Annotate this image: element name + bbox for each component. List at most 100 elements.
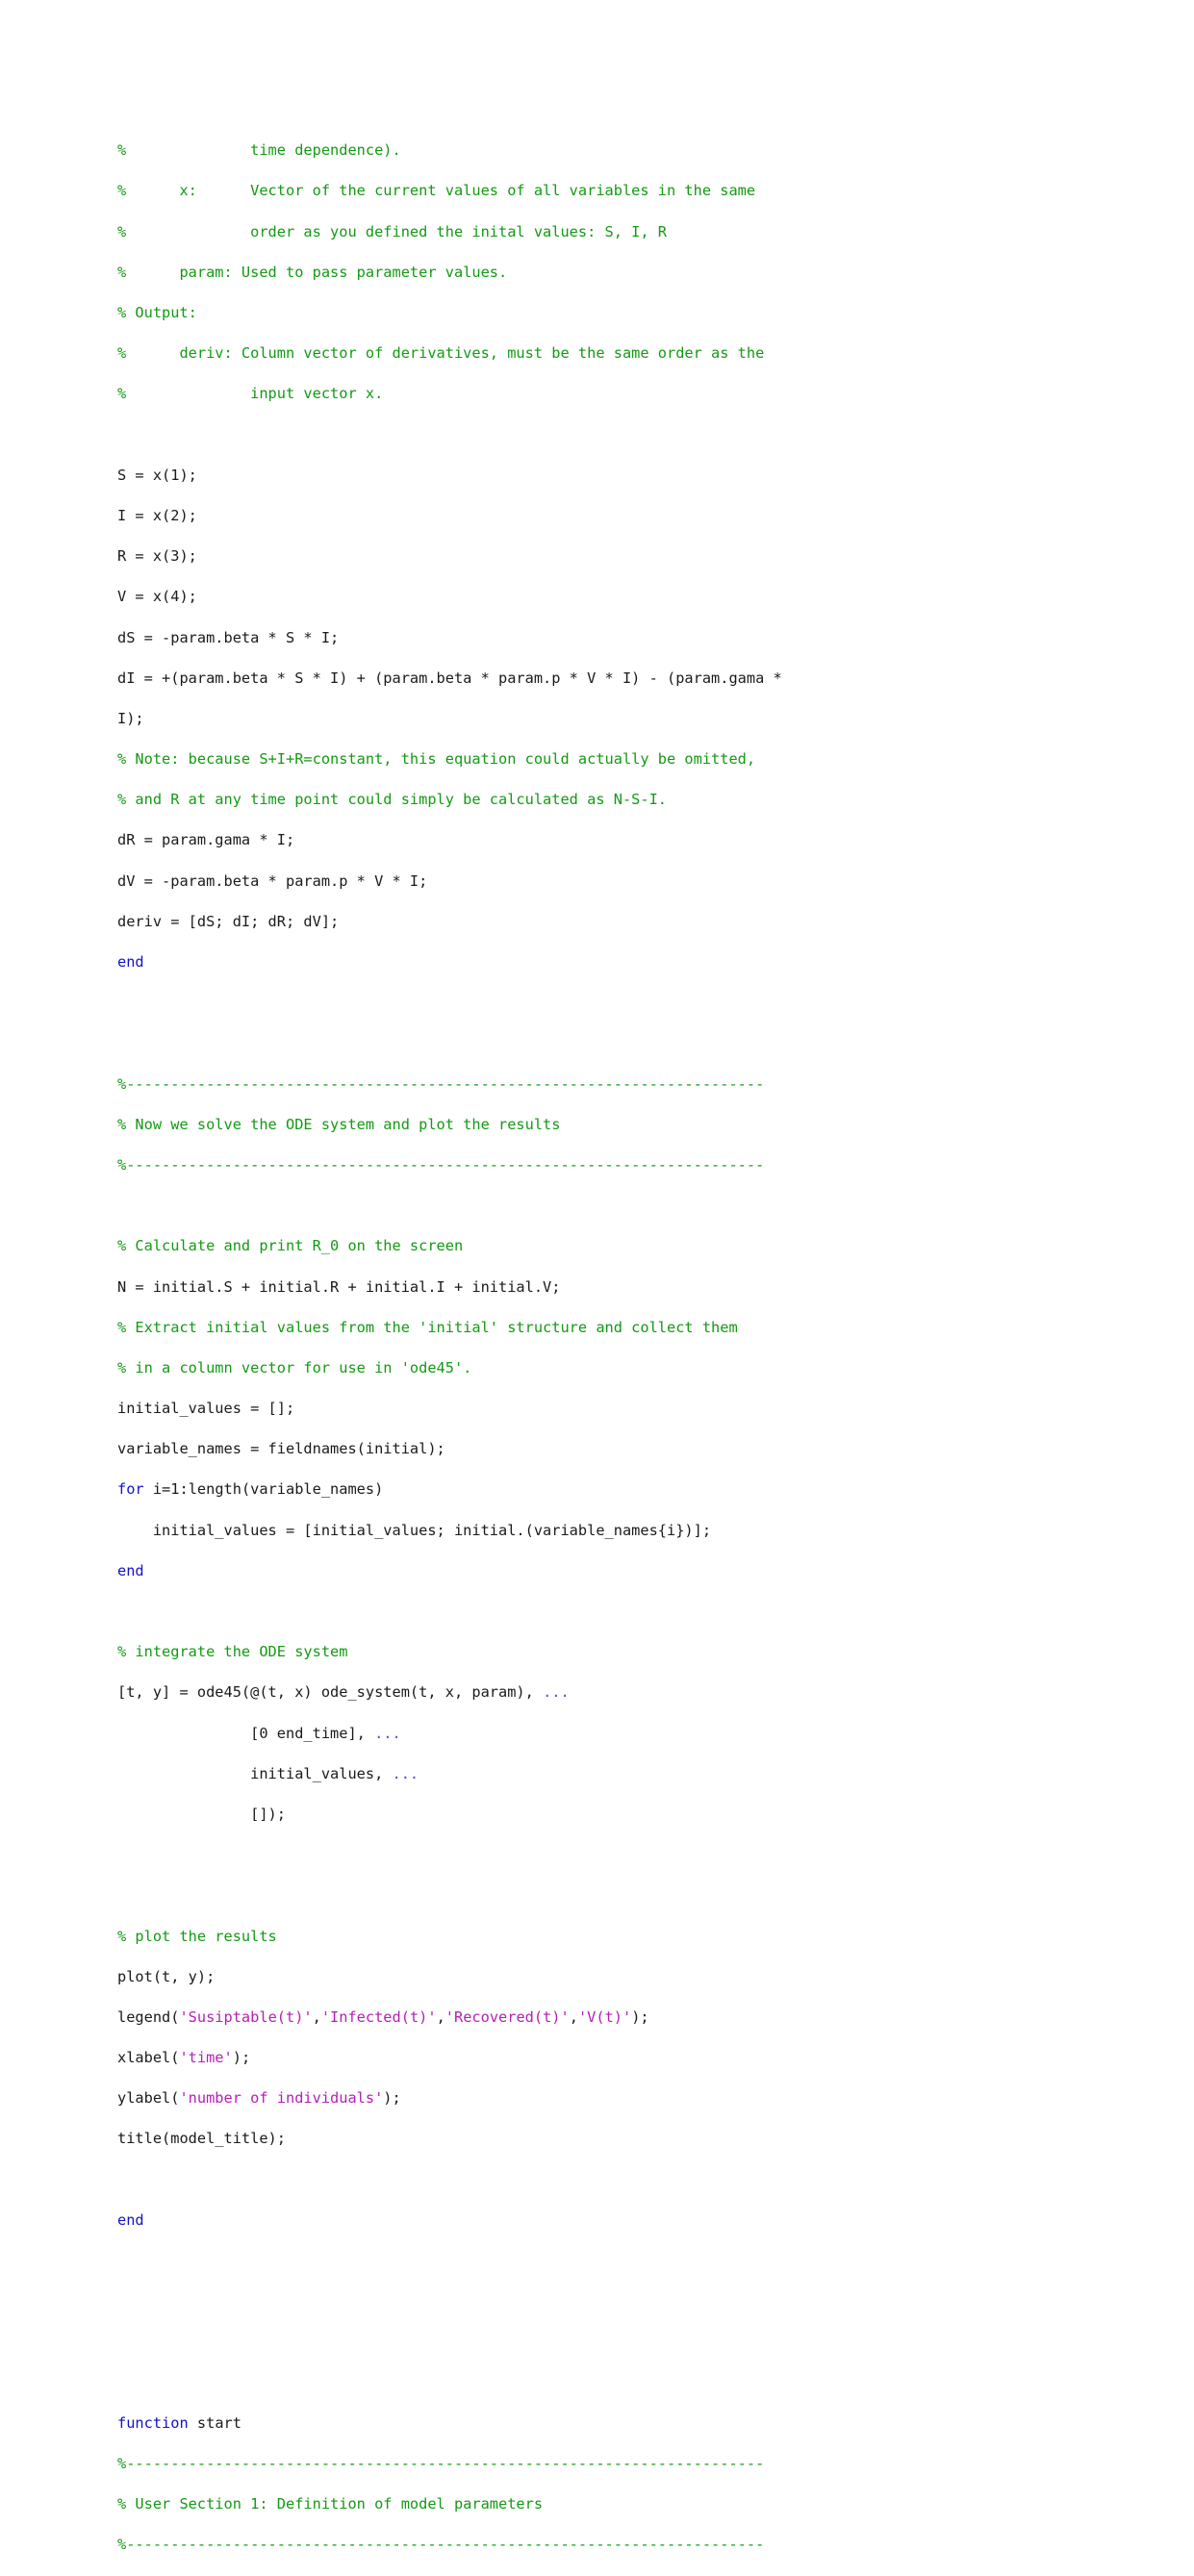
code-token-comment: % x: Vector of the current values of all… bbox=[117, 182, 756, 200]
code-line: S = x(1); bbox=[117, 466, 1060, 486]
code-token-plain: plot(t, y); bbox=[117, 1967, 216, 1985]
code-line: initial_values = [initial_values; initia… bbox=[117, 1521, 1060, 1541]
code-token-keyword: end bbox=[117, 953, 144, 972]
code-line: variable_names = fieldnames(initial); bbox=[117, 1439, 1060, 1459]
code-token-keyword: end bbox=[117, 2210, 144, 2229]
code-line: [0 end_time], ... bbox=[117, 1724, 1060, 1744]
document-page: % time dependence). % x: Vector of the c… bbox=[0, 0, 1194, 2553]
code-token-plain: initial_values, bbox=[117, 1764, 393, 1782]
matlab-code-listing: % time dependence). % x: Vector of the c… bbox=[117, 140, 1060, 2575]
code-line: I = x(2); bbox=[117, 506, 1060, 526]
code-token-comment: %---------------------------------------… bbox=[117, 1074, 765, 1093]
code-token-continuation: ... bbox=[543, 1683, 570, 1702]
code-line: % User Section 1: Definition of model pa… bbox=[117, 2494, 1060, 2514]
code-line: % time dependence). bbox=[117, 140, 1060, 161]
code-line: %---------------------------------------… bbox=[117, 1155, 1060, 1175]
code-line: % order as you defined the inital values… bbox=[117, 222, 1060, 242]
code-token-plain: [t, y] = ode45(@(t, x) ode_system(t, x, … bbox=[117, 1683, 544, 1702]
code-token-plain: []); bbox=[117, 1805, 286, 1823]
code-token-plain: dS = -param.beta * S * I; bbox=[117, 628, 340, 646]
code-token-keyword: for bbox=[117, 1480, 144, 1499]
code-token-string: 'number of individuals' bbox=[179, 2089, 384, 2108]
code-line: [t, y] = ode45(@(t, x) ode_system(t, x, … bbox=[117, 1682, 1060, 1703]
code-token-comment: % in a column vector for use in 'ode45'. bbox=[117, 1358, 472, 1376]
code-token-string: 'Recovered(t)' bbox=[445, 2008, 570, 2026]
code-line: for i=1:length(variable_names) bbox=[117, 1479, 1060, 1500]
code-token-comment: % integrate the ODE system bbox=[117, 1643, 348, 1661]
code-line: legend('Susiptable(t)','Infected(t)','Re… bbox=[117, 2008, 1060, 2028]
code-token-comment: % Calculate and print R_0 on the screen bbox=[117, 1237, 464, 1255]
code-token-comment: % param: Used to pass parameter values. bbox=[117, 263, 508, 281]
code-line: % Extract initial values from the 'initi… bbox=[117, 1318, 1060, 1338]
code-token-comment: % deriv: Column vector of derivatives, m… bbox=[117, 344, 765, 363]
code-token-plain: dR = param.gama * I; bbox=[117, 831, 295, 849]
code-token-comment: % Now we solve the ODE system and plot t… bbox=[117, 1115, 561, 1133]
code-token-plain: V = x(4); bbox=[117, 588, 197, 606]
code-line: % and R at any time point could simply b… bbox=[117, 790, 1060, 810]
code-line: dI = +(param.beta * S * I) + (param.beta… bbox=[117, 669, 1060, 689]
code-token-comment: % Note: because S+I+R=constant, this equ… bbox=[117, 750, 756, 769]
code-token-string: 'Susiptable(t)' bbox=[179, 2008, 313, 2026]
code-token-plain: [0 end_time], bbox=[117, 1724, 375, 1742]
code-token-keyword: end bbox=[117, 1561, 144, 1579]
code-token-plain: , bbox=[436, 2008, 445, 2026]
code-line: % Note: because S+I+R=constant, this equ… bbox=[117, 749, 1060, 770]
code-token-plain: I = x(2); bbox=[117, 506, 197, 524]
code-token-plain: dV = -param.beta * param.p * V * I; bbox=[117, 871, 428, 890]
code-line: N = initial.S + initial.R + initial.I + … bbox=[117, 1277, 1060, 1298]
code-token-plain: R = x(3); bbox=[117, 547, 197, 566]
code-token-comment: % time dependence). bbox=[117, 141, 401, 160]
code-token-comment: % input vector x. bbox=[117, 385, 384, 403]
code-line: % deriv: Column vector of derivatives, m… bbox=[117, 343, 1060, 364]
code-line: % Calculate and print R_0 on the screen bbox=[117, 1236, 1060, 1256]
code-line: deriv = [dS; dI; dR; dV]; bbox=[117, 912, 1060, 932]
code-line: % input vector x. bbox=[117, 384, 1060, 404]
code-line: %---------------------------------------… bbox=[117, 2535, 1060, 2555]
code-token-plain: dI = +(param.beta * S * I) + (param.beta… bbox=[117, 669, 782, 687]
code-token-continuation: ... bbox=[374, 1724, 401, 1742]
code-token-plain: xlabel( bbox=[117, 2049, 180, 2067]
code-line: []); bbox=[117, 1805, 1060, 1825]
code-token-plain: ); bbox=[383, 2089, 401, 2108]
code-line: % Now we solve the ODE system and plot t… bbox=[117, 1115, 1060, 1135]
code-line: initial_values = []; bbox=[117, 1399, 1060, 1419]
code-line: % param: Used to pass parameter values. bbox=[117, 263, 1060, 283]
code-line: R = x(3); bbox=[117, 546, 1060, 567]
code-token-plain: ); bbox=[631, 2008, 649, 2026]
code-token-string: 'time' bbox=[179, 2049, 233, 2067]
code-token-comment: % Extract initial values from the 'initi… bbox=[117, 1318, 738, 1336]
code-token-plain: I); bbox=[117, 709, 144, 727]
code-line: initial_values, ... bbox=[117, 1764, 1060, 1784]
code-token-string: 'Infected(t)' bbox=[320, 2008, 437, 2026]
code-line: %---------------------------------------… bbox=[117, 2454, 1060, 2474]
code-token-comment: % Output: bbox=[117, 304, 197, 322]
code-token-plain: S = x(1); bbox=[117, 466, 197, 484]
code-token-plain: initial_values = []; bbox=[117, 1400, 295, 1418]
code-line: xlabel('time'); bbox=[117, 2048, 1060, 2068]
code-line: V = x(4); bbox=[117, 587, 1060, 607]
code-line: end bbox=[117, 2210, 1060, 2231]
code-token-plain: , bbox=[312, 2008, 321, 2026]
code-token-plain: start bbox=[188, 2413, 241, 2432]
code-token-plain: variable_names = fieldnames(initial); bbox=[117, 1440, 445, 1458]
code-token-plain: i=1:length(variable_names) bbox=[143, 1480, 384, 1499]
code-line: dV = -param.beta * param.p * V * I; bbox=[117, 871, 1060, 892]
code-token-string: 'V(t)' bbox=[577, 2008, 632, 2026]
code-token-keyword: function bbox=[117, 2413, 189, 2432]
code-token-comment: %---------------------------------------… bbox=[117, 1155, 765, 1174]
code-line: ylabel('number of individuals'); bbox=[117, 2088, 1060, 2109]
code-token-plain: ); bbox=[232, 2049, 251, 2067]
code-token-comment: % and R at any time point could simply b… bbox=[117, 791, 667, 809]
code-token-comment: % order as you defined the inital values… bbox=[117, 222, 667, 240]
code-line: end bbox=[117, 1561, 1060, 1581]
code-line: % in a column vector for use in 'ode45'. bbox=[117, 1358, 1060, 1378]
